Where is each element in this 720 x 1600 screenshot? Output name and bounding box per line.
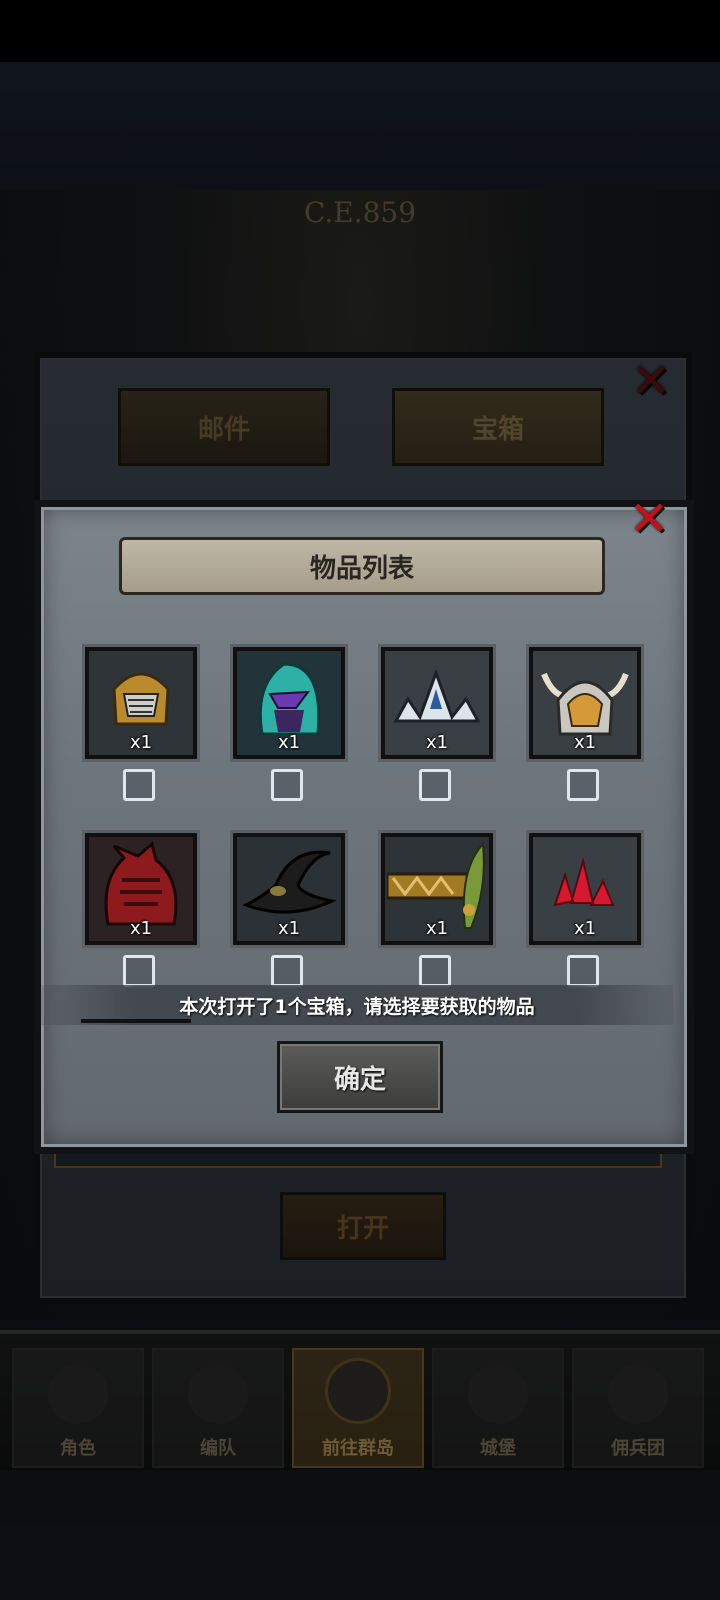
black-wizard-hat-icon [242, 850, 336, 914]
progress-indicator [81, 1019, 191, 1023]
status-bar [0, 0, 720, 62]
item-checkbox-6[interactable] [271, 955, 303, 987]
item-slot[interactable]: x1 [529, 647, 641, 759]
item-qty: x1 [425, 732, 449, 753]
item-checkbox-5[interactable] [123, 955, 155, 987]
item-qty: x1 [573, 918, 597, 939]
item-checkbox-3[interactable] [419, 769, 451, 801]
item-slot[interactable]: x1 [233, 833, 345, 945]
item-qty: x1 [573, 732, 597, 753]
item-qty: x1 [129, 918, 153, 939]
item-checkbox-1[interactable] [123, 769, 155, 801]
silver-crown-icon [393, 668, 481, 723]
item-qty: x1 [277, 918, 301, 939]
item-checkbox-8[interactable] [567, 955, 599, 987]
item-checkbox-7[interactable] [419, 955, 451, 987]
item-slot[interactable]: x1 [529, 833, 641, 945]
item-slot[interactable]: x1 [85, 833, 197, 945]
item-slot[interactable]: x1 [381, 833, 493, 945]
dialog-title: 物品列表 [119, 537, 605, 595]
red-spiked-helmet-icon [104, 841, 178, 926]
confirm-button[interactable]: 确定 [277, 1041, 443, 1113]
item-slot[interactable]: x1 [381, 647, 493, 759]
item-slot[interactable]: x1 [85, 647, 197, 759]
dialog-close-icon[interactable]: ✕ [626, 495, 672, 543]
horned-gold-helmet-icon [541, 672, 629, 736]
item-checkbox-2[interactable] [271, 769, 303, 801]
leaf-circlet-icon [387, 841, 485, 929]
teal-flame-helmet-icon [258, 662, 321, 736]
item-qty: x1 [129, 732, 153, 753]
item-list-dialog: 物品列表 x1 x1 x1 x1 x1 x1 x1 x1 本次打开了1个宝箱，请… [34, 500, 694, 1154]
item-qty: x1 [425, 918, 449, 939]
item-qty: x1 [277, 732, 301, 753]
item-checkbox-4[interactable] [567, 769, 599, 801]
gold-knight-helmet-icon [112, 672, 170, 726]
red-crystal-icon [553, 856, 615, 907]
item-slot[interactable]: x1 [233, 647, 345, 759]
